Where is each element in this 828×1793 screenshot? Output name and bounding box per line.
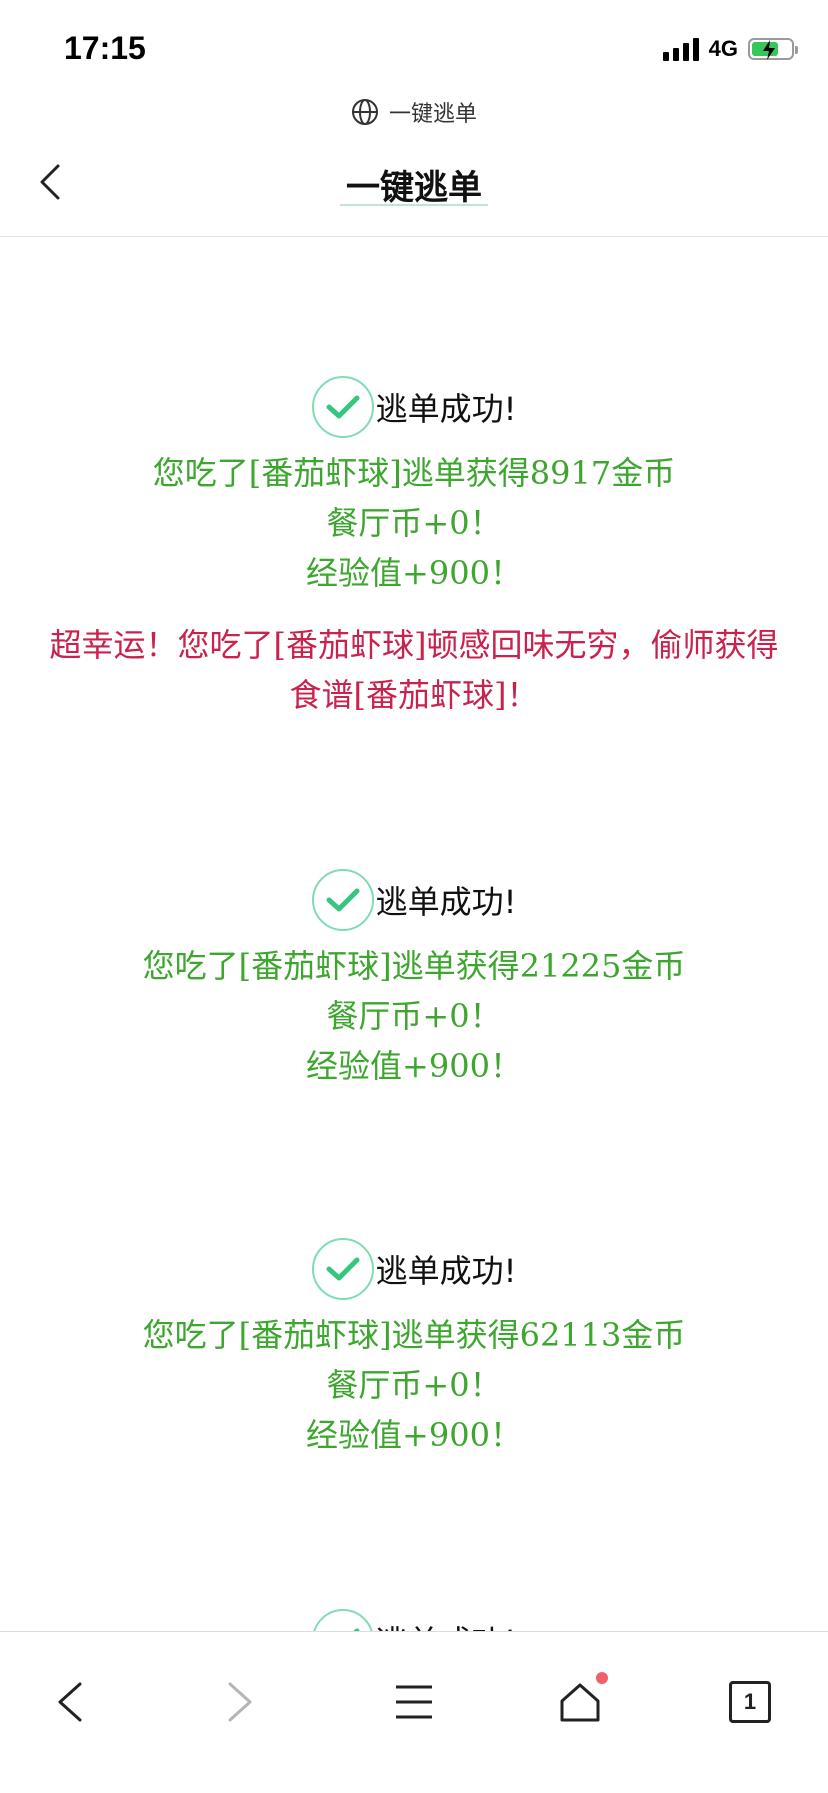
- result-item: 逃单成功! 您吃了[番茄虾球]逃单获得62113金币 餐厅币+0！ 经验值+90…: [0, 1236, 828, 1460]
- page-header: 一键逃单: [0, 140, 828, 237]
- battery-charging-icon: [748, 38, 798, 60]
- chevron-right-icon: [228, 1682, 252, 1722]
- globe-icon: [351, 99, 378, 125]
- result-item: 逃单成功! 您吃了[番茄虾球]逃单获得21225金币 餐厅币+0！ 经验值+90…: [0, 867, 828, 1091]
- status-bar: 17:15 4G: [0, 0, 828, 96]
- url-title: 一键逃单: [388, 102, 477, 127]
- result-title: 逃单成功!: [375, 1252, 517, 1290]
- home-icon: [560, 1683, 600, 1722]
- chevron-left-icon: [58, 1682, 82, 1722]
- check-circle-icon: [311, 1609, 374, 1631]
- result-item: 逃单成功!: [0, 1607, 828, 1631]
- signal-icon: [662, 37, 699, 61]
- restaurant-coin-text: 餐厅币+0！: [326, 504, 502, 542]
- restaurant-coin-text: 餐厅币+0！: [326, 1366, 502, 1404]
- network-type: 4G: [708, 36, 738, 61]
- tab-count: 1: [729, 1681, 771, 1723]
- exp-reward-text: 经验值+900！: [306, 554, 522, 592]
- home-button[interactable]: [540, 1662, 620, 1742]
- exp-reward-text: 经验值+900！: [306, 1416, 522, 1454]
- check-circle-icon: [311, 376, 374, 438]
- menu-button[interactable]: [374, 1662, 454, 1742]
- exp-reward-text: 经验值+900！: [306, 1047, 522, 1085]
- result-title: 逃单成功!: [375, 390, 517, 428]
- title-underline: [340, 204, 488, 206]
- nav-forward-button[interactable]: [200, 1662, 280, 1742]
- page-title: 一键逃单: [346, 168, 482, 208]
- tabs-button[interactable]: 1: [710, 1662, 790, 1742]
- result-title: 逃单成功!: [376, 1617, 517, 1631]
- bonus-recipe-text: 超幸运！您吃了[番茄虾球]顿感回味无穷，偷师获得食谱[番茄虾球]！: [49, 626, 779, 714]
- browser-toolbar: 1: [0, 1631, 828, 1793]
- result-title: 逃单成功!: [375, 883, 517, 921]
- menu-icon: [396, 1685, 432, 1719]
- coin-reward-text: 您吃了[番茄虾球]逃单获得21225金币: [142, 947, 686, 985]
- check-circle-icon: [311, 869, 374, 931]
- status-time: 17:15: [64, 30, 146, 66]
- check-circle-icon: [311, 1238, 374, 1300]
- coin-reward-text: 您吃了[番茄虾球]逃单获得62113金币: [142, 1316, 686, 1354]
- nav-back-button[interactable]: [30, 1662, 110, 1742]
- restaurant-coin-text: 餐厅币+0！: [326, 997, 502, 1035]
- url-bar[interactable]: 一键逃单: [0, 92, 828, 132]
- notification-dot: [596, 1672, 608, 1684]
- status-indicators: 4G: [662, 36, 798, 62]
- coin-reward-text: 您吃了[番茄虾球]逃单获得8917金币: [152, 454, 676, 492]
- result-item: 逃单成功! 您吃了[番茄虾球]逃单获得8917金币 餐厅币+0！ 经验值+900…: [0, 374, 828, 720]
- results-list: 逃单成功! 您吃了[番茄虾球]逃单获得8917金币 餐厅币+0！ 经验值+900…: [0, 237, 828, 1631]
